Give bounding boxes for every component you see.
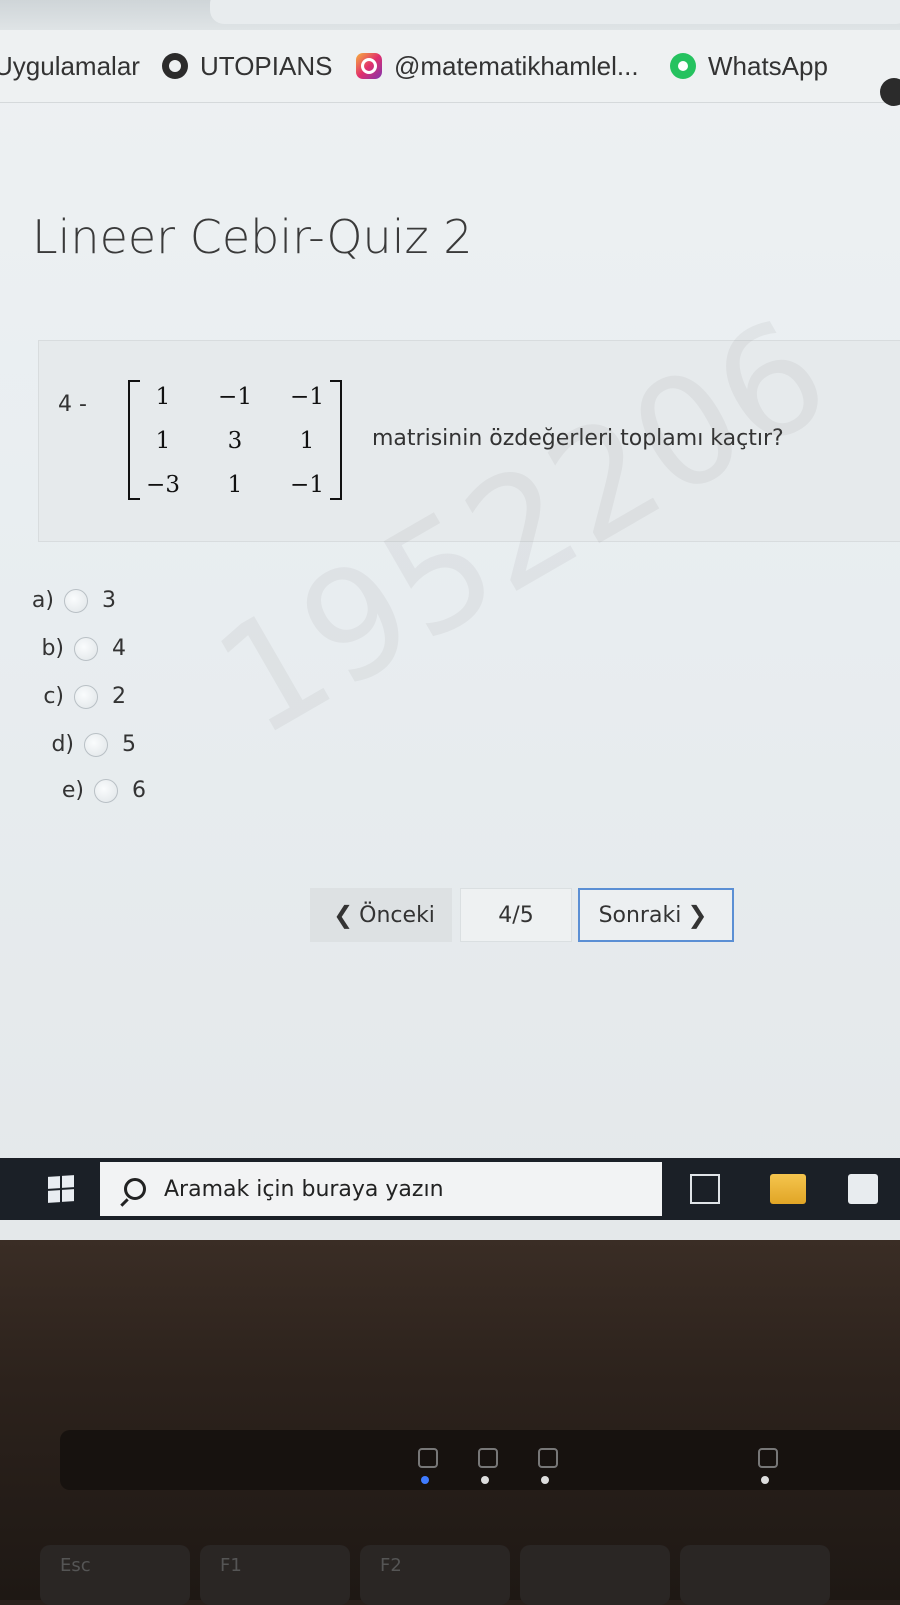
next-button[interactable]: Sonraki ❯ — [578, 888, 734, 942]
task-view-icon[interactable] — [690, 1174, 720, 1204]
option-letter: a) — [31, 588, 54, 613]
globe-icon — [162, 53, 188, 79]
bookmark-apps[interactable]: Uygulamalar — [0, 50, 140, 82]
matrix-cell: −1 — [218, 384, 252, 410]
taskbar: Aramak için buraya yazın — [0, 1158, 900, 1220]
option-value: 3 — [102, 588, 116, 613]
option-value: 4 — [112, 636, 126, 661]
page-indicator: 4/5 — [460, 888, 572, 942]
file-explorer-icon[interactable] — [770, 1174, 806, 1204]
instagram-icon — [356, 53, 382, 79]
browser-top-bar — [0, 0, 900, 30]
option-letter: c) — [43, 684, 64, 709]
power-led — [421, 1476, 429, 1484]
option-letter: e) — [61, 778, 84, 803]
radio-button[interactable] — [64, 588, 88, 613]
matrix-cell: 3 — [227, 428, 243, 454]
power-indicator-icon — [418, 1448, 438, 1468]
next-button-label: Sonraki — [598, 902, 682, 928]
question-number: 4 - — [58, 392, 87, 417]
key-f2[interactable]: F2 — [360, 1545, 510, 1605]
option-value: 6 — [132, 778, 146, 803]
windows-icon — [48, 1175, 74, 1203]
answer-option-b[interactable]: b) 4 — [34, 636, 126, 661]
bookmark-instagram[interactable]: @matematikhamlel... — [356, 50, 639, 82]
matrix: 1 −1 −1 1 3 1 −3 1 −1 — [128, 380, 342, 500]
caps-lock-led — [481, 1476, 489, 1484]
previous-button-label: Önceki — [359, 902, 435, 928]
page-title: Lineer Cebir-Quiz 2 — [32, 210, 473, 264]
globe-icon[interactable] — [880, 78, 900, 106]
key-f3[interactable] — [520, 1545, 670, 1605]
bookmark-utopians[interactable]: UTOPIANS — [162, 50, 332, 82]
option-letter: d) — [51, 732, 74, 757]
mic-mute-indicator-icon — [758, 1448, 778, 1468]
monitor-screen: Uygulamalar UTOPIANS @matematikhamlel...… — [0, 0, 900, 1240]
bookmark-whatsapp[interactable]: WhatsApp — [670, 50, 828, 82]
radio-button[interactable] — [74, 636, 98, 661]
answer-option-e[interactable]: e) 6 — [54, 778, 146, 803]
bookmark-whatsapp-label: WhatsApp — [708, 50, 828, 81]
num-lock-indicator-icon — [538, 1448, 558, 1468]
caps-lock-indicator-icon — [478, 1448, 498, 1468]
option-value: 5 — [122, 732, 136, 757]
key-f1[interactable]: F1 — [200, 1545, 350, 1605]
bookmark-utopians-label: UTOPIANS — [200, 50, 333, 81]
matrix-cell: −1 — [290, 384, 324, 410]
matrix-cell: 1 — [155, 428, 171, 454]
start-button[interactable] — [22, 1158, 100, 1220]
matrix-cell: 1 — [155, 384, 171, 410]
matrix-cell: −3 — [146, 472, 180, 498]
option-letter: b) — [41, 636, 64, 661]
matrix-cell: 1 — [227, 472, 243, 498]
radio-button[interactable] — [94, 778, 118, 803]
answer-option-c[interactable]: c) 2 — [34, 684, 126, 709]
bookmark-apps-label: Uygulamalar — [0, 50, 140, 81]
store-icon[interactable] — [848, 1174, 878, 1204]
matrix-cell: 1 — [299, 428, 315, 454]
option-value: 2 — [112, 684, 126, 709]
taskbar-search-input[interactable]: Aramak için buraya yazın — [100, 1162, 662, 1216]
chevron-right-icon: ❯ — [687, 901, 708, 929]
previous-button[interactable]: ❮ Önceki — [310, 888, 452, 942]
bookmarks-bar: Uygulamalar UTOPIANS @matematikhamlel...… — [0, 30, 900, 106]
bookmark-instagram-label: @matematikhamlel... — [394, 50, 639, 81]
chevron-left-icon: ❮ — [333, 901, 354, 929]
answer-option-a[interactable]: a) 3 — [24, 588, 116, 613]
num-lock-led — [541, 1476, 549, 1484]
whatsapp-icon — [670, 53, 696, 79]
matrix-cell: −1 — [290, 472, 324, 498]
radio-button[interactable] — [84, 732, 108, 757]
answer-option-d[interactable]: d) 5 — [44, 732, 136, 757]
mic-led — [761, 1476, 769, 1484]
search-placeholder: Aramak için buraya yazın — [164, 1176, 444, 1202]
key-f4[interactable] — [680, 1545, 830, 1605]
address-bar[interactable] — [210, 0, 900, 24]
key-esc[interactable]: Esc — [40, 1545, 190, 1605]
search-icon — [124, 1178, 146, 1200]
radio-button[interactable] — [74, 684, 98, 709]
